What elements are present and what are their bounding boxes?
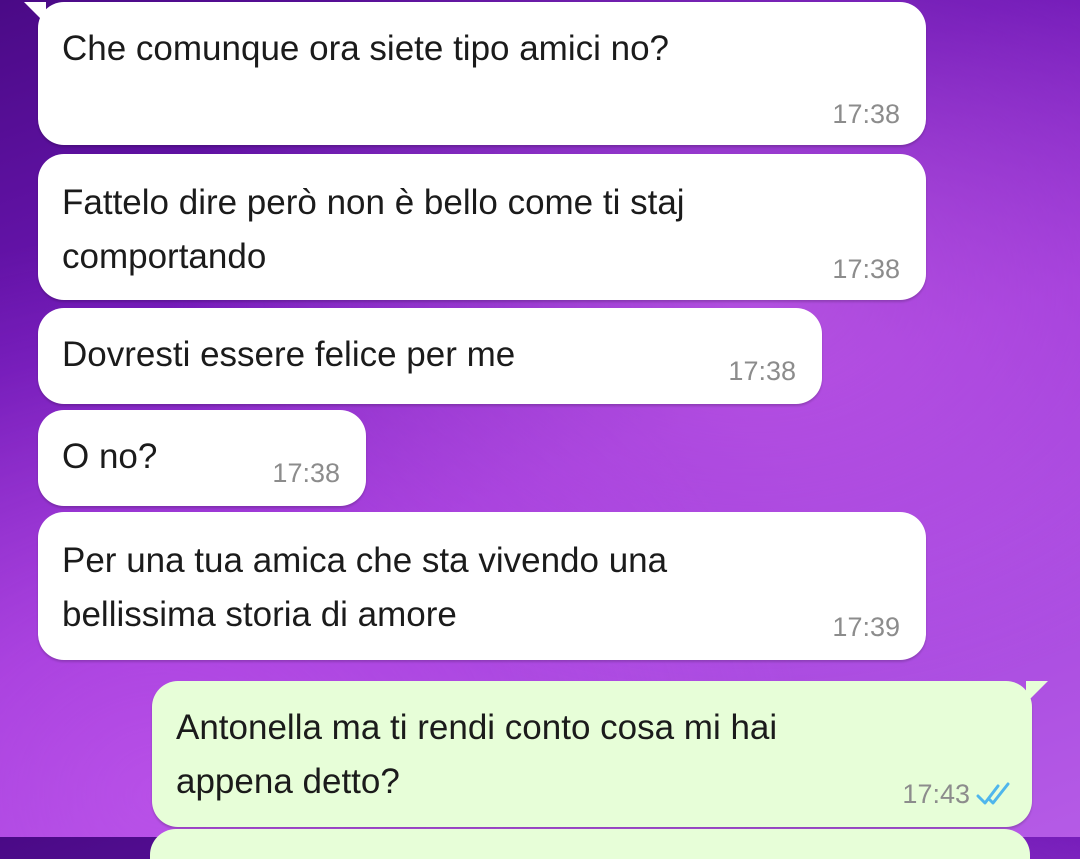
message-text: Per una tua amica che sta vivendo una be… — [62, 541, 668, 634]
message-text: Che comunque ora siete tipo amici no? — [62, 29, 670, 68]
bubble-tail — [1026, 681, 1048, 703]
message-time: 17:43 — [902, 779, 970, 809]
message-time: 17:38 — [728, 356, 796, 386]
message-bubble[interactable]: Dovresti essere felice per me 17:38 — [38, 308, 822, 404]
bubble-tail — [24, 2, 46, 24]
message-bubble[interactable]: Che comunque ora siete tipo amici no? 17… — [24, 2, 926, 145]
message-time: 17:38 — [272, 458, 340, 488]
message-time: 17:39 — [832, 612, 900, 642]
message-bubble[interactable]: O no? 17:38 — [38, 410, 366, 506]
message-text: Dovresti essere felice per me — [62, 335, 516, 374]
message-text: Antonella ma ti rendi conto cosa mi hai … — [176, 708, 778, 801]
double-check-icon — [976, 782, 1010, 805]
message-bubble-outgoing-partial[interactable] — [150, 829, 1030, 859]
message-bubble[interactable]: Per una tua amica che sta vivendo una be… — [38, 512, 926, 660]
message-time: 17:38 — [832, 254, 900, 284]
message-bubble[interactable]: Fattelo dire però non è bello come ti st… — [38, 154, 926, 300]
message-text: Fattelo dire però non è bello come ti st… — [62, 183, 685, 276]
message-bubble-outgoing[interactable]: Antonella ma ti rendi conto cosa mi hai … — [152, 681, 1048, 827]
message-time: 17:38 — [832, 99, 900, 129]
